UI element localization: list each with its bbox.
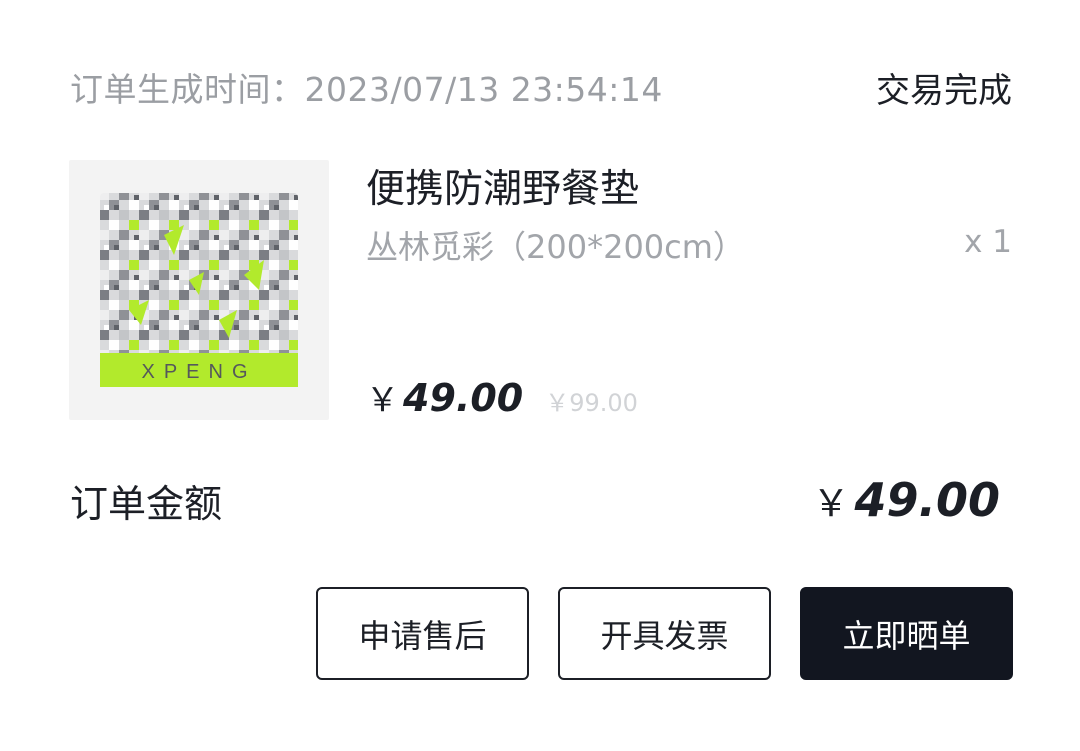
share-review-button[interactable]: 立即晒单 (800, 587, 1013, 680)
order-card: 订单生成时间：2023/07/13 23:54:14 交易完成 XPENG 便携… (0, 0, 1080, 751)
invoice-button[interactable]: 开具发票 (558, 587, 771, 680)
order-total-label: 订单金额 (70, 481, 223, 526)
price-currency: ￥ (366, 380, 399, 419)
picnic-mat-image: XPENG (100, 193, 298, 387)
product-original-price: ￥99.00 (545, 389, 638, 417)
order-status: 交易完成 (876, 70, 1012, 111)
order-total-amount: ￥ 49.00 (812, 473, 1000, 527)
order-actions: 申请售后 开具发票 立即晒单 (316, 587, 1013, 680)
product-price: ￥ 49.00 (366, 373, 523, 421)
product-quantity: x 1 (964, 224, 1012, 260)
product-price-row: ￥ 49.00 ￥99.00 (366, 373, 638, 433)
total-currency: ￥ (812, 482, 850, 525)
xpeng-logo-text: XPENG (141, 361, 256, 383)
product-thumbnail[interactable]: XPENG (69, 160, 329, 420)
product-name[interactable]: 便携防潮野餐垫 (366, 158, 639, 214)
product-spec: 丛林觅彩（200*200cm） (366, 228, 745, 266)
order-time: 订单生成时间：2023/07/13 23:54:14 (70, 63, 663, 111)
order-time-label: 订单生成时间： (70, 70, 305, 109)
total-value: 49.00 (854, 473, 1000, 527)
order-total-row: 订单金额 ￥ 49.00 (70, 470, 1000, 530)
after-sale-button[interactable]: 申请售后 (316, 587, 529, 680)
order-time-value: 2023/07/13 23:54:14 (304, 70, 663, 109)
order-header: 订单生成时间：2023/07/13 23:54:14 交易完成 (70, 62, 1012, 112)
price-value: 49.00 (403, 376, 524, 420)
